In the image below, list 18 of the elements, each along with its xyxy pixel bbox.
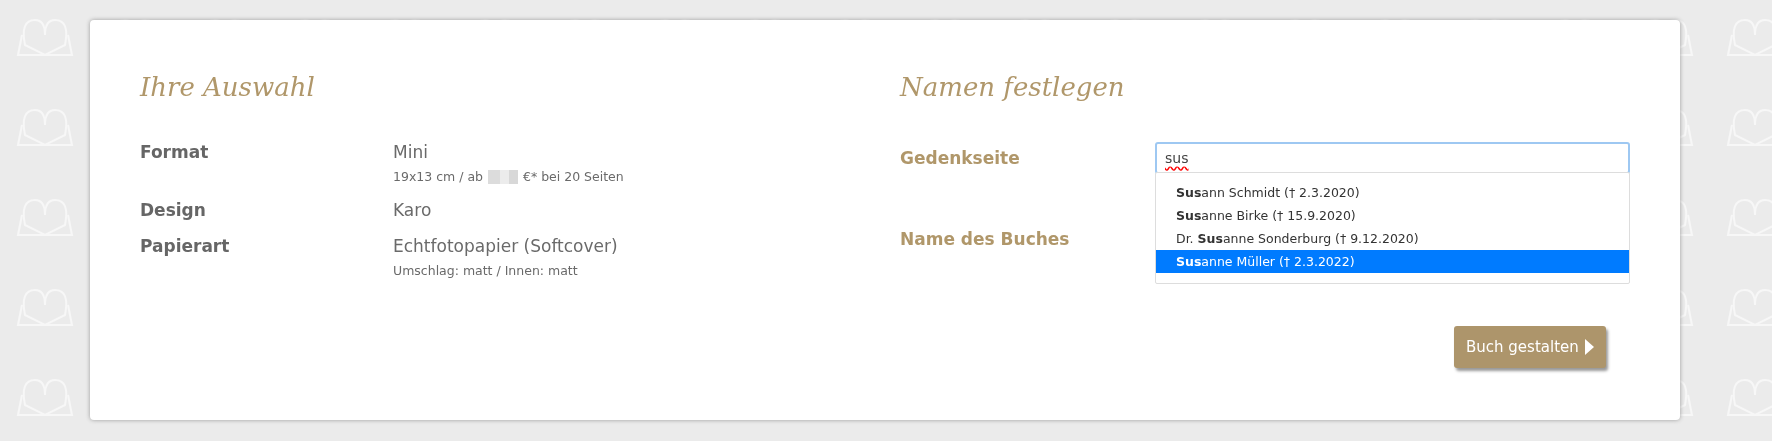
section-heading: Namen festlegen	[900, 72, 1125, 102]
section-heading: Ihre Auswahl	[140, 72, 315, 102]
suggestion-item[interactable]: Susanne Birke († 15.9.2020)	[1156, 204, 1629, 227]
field-label: Papierart	[140, 236, 230, 258]
play-icon	[1584, 339, 1594, 355]
suggestion-item[interactable]: Susanne Müller († 2.3.2022)	[1156, 250, 1629, 273]
suggestion-item[interactable]: Susann Schmidt († 2.3.2020)	[1156, 181, 1629, 204]
field-label: Name des Buches	[900, 229, 1070, 249]
suggestion-item[interactable]: Dr. Susanne Sonderburg († 9.12.2020)	[1156, 227, 1629, 250]
field-value: Mini	[393, 142, 428, 162]
detail-text: Umschlag: matt / Innen: matt	[393, 263, 578, 278]
detail-text: €* bei 20 Seiten	[523, 169, 624, 184]
field-label: Gedenkseite	[900, 148, 1020, 168]
detail-text: 19x13 cm / ab	[393, 169, 483, 184]
field-label: Design	[140, 200, 206, 220]
field-value: Echtfotopapier (Softcover)	[393, 236, 618, 256]
field-value: Karo	[393, 200, 432, 220]
field-label: Format	[140, 142, 209, 164]
